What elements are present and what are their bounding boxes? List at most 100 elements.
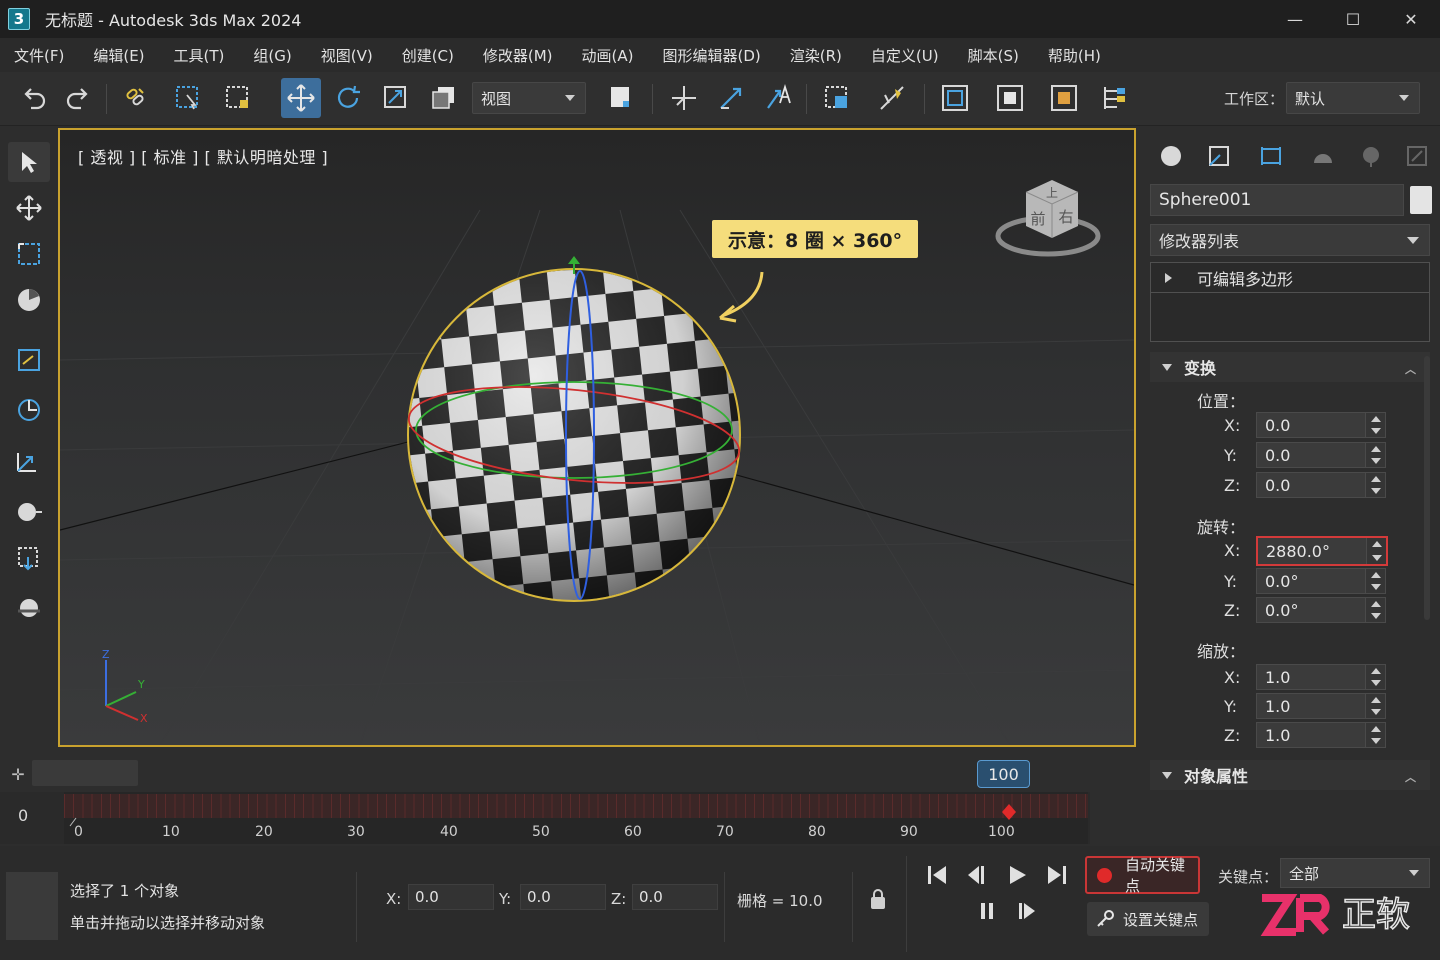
menu-file[interactable]: 文件(F) — [14, 45, 64, 66]
menu-help[interactable]: 帮助(H) — [1048, 45, 1101, 66]
go-to-start-icon[interactable] — [922, 860, 952, 890]
move-icon[interactable] — [8, 188, 50, 228]
set-key-button[interactable]: 设置关键点 — [1087, 902, 1209, 936]
object-name-field[interactable]: Sphere001 — [1150, 184, 1404, 216]
coord-z-field[interactable]: 0.0 — [632, 884, 718, 910]
display-tab-icon[interactable] — [1350, 134, 1392, 178]
spinner-arrows-icon[interactable] — [1365, 443, 1385, 467]
scale-tool-icon[interactable] — [8, 440, 50, 480]
undo-icon[interactable] — [16, 80, 52, 116]
coord-x-field[interactable]: 0.0 — [408, 884, 494, 910]
window-select-icon[interactable] — [8, 340, 50, 380]
snaps-icon[interactable] — [666, 80, 702, 116]
time-slider-frame-badge[interactable]: 100 — [977, 760, 1030, 788]
pivot-icon[interactable] — [602, 80, 638, 116]
menu-edit[interactable]: 编辑(E) — [93, 45, 144, 66]
rotation-y-spinner[interactable]: 0.0° — [1256, 568, 1386, 594]
maximize-button[interactable]: ☐ — [1324, 0, 1382, 38]
viewcube-front-label[interactable]: 前 — [1030, 210, 1045, 228]
viewport-label[interactable]: [ 透视 ] [ 标准 ] [ 默认明暗处理 ] — [78, 144, 328, 168]
mini-listener-field[interactable] — [32, 760, 138, 786]
spinner-arrows-icon[interactable] — [1365, 694, 1385, 718]
rotation-x-spinner[interactable]: 2880.0° — [1256, 536, 1388, 566]
hierarchy-tab-icon[interactable] — [1250, 134, 1292, 178]
menu-tools[interactable]: 工具(T) — [174, 45, 225, 66]
scale-z-spinner[interactable]: 1.0 — [1256, 722, 1386, 748]
select-region-icon[interactable] — [170, 80, 206, 116]
scale-x-spinner[interactable]: 1.0 — [1256, 664, 1386, 690]
spinner-arrows-icon[interactable] — [1365, 665, 1385, 689]
menu-group[interactable]: 组(G) — [253, 45, 291, 66]
next-frame-icon[interactable] — [1012, 896, 1042, 926]
place-icon[interactable] — [426, 80, 462, 116]
menu-scripting[interactable]: 脚本(S) — [968, 45, 1019, 66]
redo-icon[interactable] — [60, 80, 96, 116]
rotation-z-spinner[interactable]: 0.0° — [1256, 597, 1386, 623]
menu-view[interactable]: 视图(V) — [321, 45, 373, 66]
menu-create[interactable]: 创建(C) — [402, 45, 454, 66]
menu-customize[interactable]: 自定义(U) — [871, 45, 939, 66]
utilities-tab-icon[interactable] — [1396, 134, 1438, 178]
layer-icon[interactable] — [992, 80, 1028, 116]
modifier-list-dropdown[interactable]: 修改器列表 — [1150, 224, 1430, 256]
spinner-arrows-icon[interactable] — [1365, 569, 1385, 593]
scale-y-spinner[interactable]: 1.0 — [1256, 693, 1386, 719]
motion-tab-icon[interactable] — [1302, 134, 1344, 178]
scene-explorer-icon[interactable] — [937, 80, 973, 116]
expand-arrows-icon[interactable]: ✛ — [6, 762, 30, 786]
position-x-spinner[interactable]: 0.0 — [1256, 412, 1386, 438]
stack-item-editable-poly[interactable]: 可编辑多边形 — [1151, 263, 1429, 293]
rotate-icon[interactable] — [330, 80, 366, 116]
menu-modifiers[interactable]: 修改器(M) — [483, 45, 553, 66]
object-color-swatch[interactable] — [1410, 186, 1432, 214]
schematic-icon[interactable] — [1096, 80, 1132, 116]
object-properties-rollout-header[interactable]: 对象属性 ︿ — [1150, 760, 1430, 790]
align-tool-icon[interactable] — [8, 588, 50, 628]
scale-icon[interactable] — [378, 80, 414, 116]
create-tab-icon[interactable] — [1150, 134, 1192, 178]
angle-snap-icon[interactable] — [713, 80, 749, 116]
lock-icon[interactable] — [863, 884, 893, 914]
keyframe-marker[interactable] — [1002, 804, 1016, 820]
previous-frame-icon[interactable] — [962, 860, 992, 890]
reference-coord-dropdown[interactable]: 视图 — [472, 82, 586, 114]
spinner-arrows-icon[interactable] — [1365, 413, 1385, 437]
minimize-button[interactable]: — — [1266, 0, 1324, 38]
menu-rendering[interactable]: 渲染(R) — [790, 45, 842, 66]
spinner-arrows-icon[interactable] — [1365, 598, 1385, 622]
expand-triangle-icon[interactable] — [1165, 273, 1172, 283]
auto-key-button[interactable]: 自动关键点 — [1085, 856, 1200, 895]
position-z-spinner[interactable]: 0.0 — [1256, 472, 1386, 498]
maxscript-listener-box[interactable] — [6, 872, 58, 940]
sphere-tool-icon[interactable] — [8, 492, 50, 532]
go-to-end-icon[interactable] — [1042, 860, 1072, 890]
menu-animation[interactable]: 动画(A) — [582, 45, 634, 66]
transform-rollout-header[interactable]: 变换 ︿ — [1150, 352, 1430, 382]
select-object-icon[interactable] — [8, 142, 50, 182]
select-link-icon[interactable] — [118, 80, 154, 116]
spinner-arrows-icon[interactable] — [1365, 723, 1385, 747]
spinner-arrows-icon[interactable] — [1365, 473, 1385, 497]
render-setup-icon[interactable] — [1046, 80, 1082, 116]
spinner-arrows-icon[interactable] — [1366, 538, 1386, 564]
paint-select-icon[interactable] — [8, 280, 50, 320]
percent-snap-icon[interactable] — [760, 80, 796, 116]
timeline-track[interactable]: 0 10 20 30 40 50 60 70 80 90 100 — [64, 792, 1088, 844]
menu-graph-editors[interactable]: 图形编辑器(D) — [663, 45, 761, 66]
position-y-spinner[interactable]: 0.0 — [1256, 442, 1386, 468]
place-tool-icon[interactable] — [8, 538, 50, 578]
close-button[interactable]: ✕ — [1382, 0, 1440, 38]
coord-y-field[interactable]: 0.0 — [520, 884, 606, 910]
pause-icon[interactable] — [972, 896, 1002, 926]
viewcube-top-label[interactable]: 上 — [1046, 186, 1058, 200]
rotate-tool-icon[interactable] — [8, 390, 50, 430]
select-region-rect-icon[interactable] — [8, 234, 50, 274]
named-selection-icon[interactable] — [819, 80, 855, 116]
modify-tab-icon[interactable] — [1198, 134, 1240, 178]
mirror-icon[interactable] — [874, 80, 910, 116]
play-icon[interactable] — [1002, 860, 1032, 890]
command-panel-scrollbar[interactable] — [1424, 356, 1430, 620]
select-move-icon[interactable] — [281, 78, 321, 118]
perspective-viewport[interactable]: 上 前 右 Z Y X [ 透视 ] [ 标准 ] [ 默认明暗处理 ] 示意：… — [58, 128, 1136, 747]
workspace-dropdown[interactable]: 默认 — [1286, 82, 1420, 114]
